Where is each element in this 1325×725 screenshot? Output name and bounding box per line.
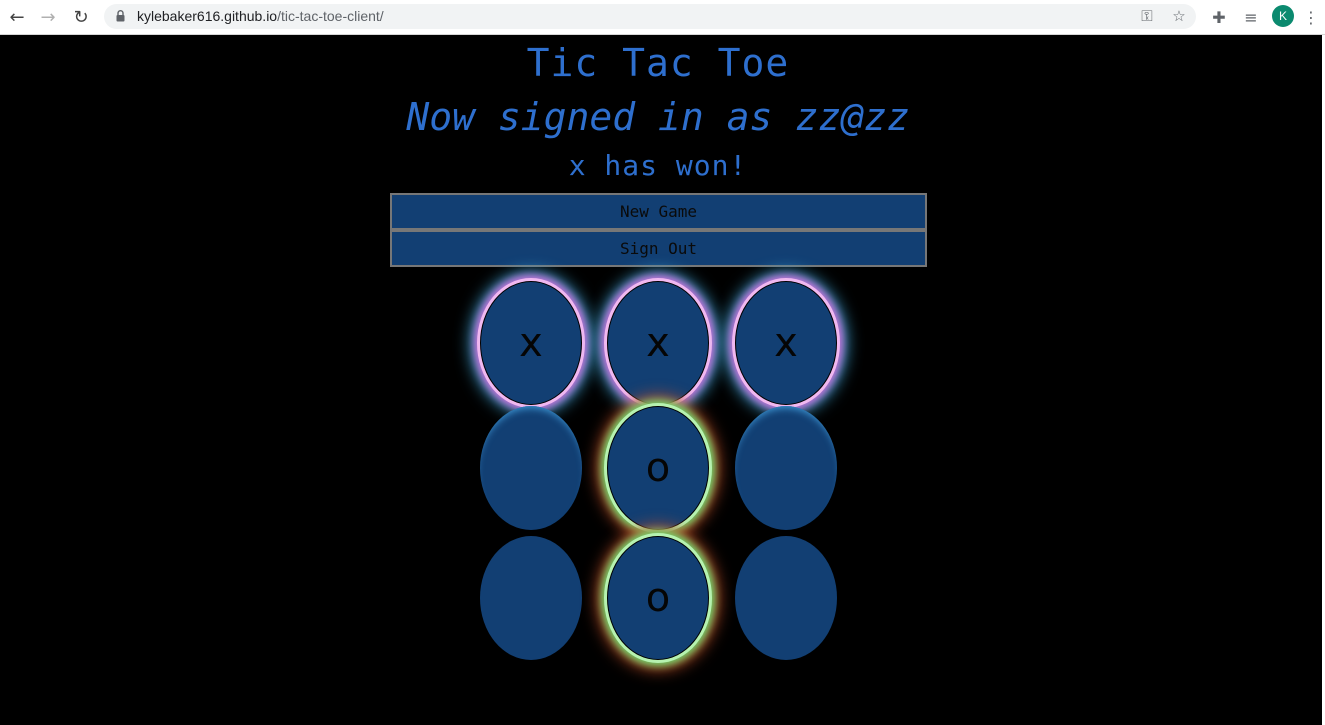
signed-in-message: Now signed in as zz@zz — [406, 95, 910, 139]
forward-icon[interactable]: → — [37, 6, 59, 28]
media-icon[interactable]: ≡ — [1240, 6, 1262, 28]
sign-out-button[interactable]: Sign Out — [390, 230, 927, 267]
new-game-button[interactable]: New Game — [390, 193, 927, 230]
lock-icon — [116, 10, 125, 22]
reload-icon[interactable]: ↻ — [70, 6, 92, 28]
page-title: Tic Tac Toe — [526, 41, 790, 85]
board-cell-8[interactable] — [735, 536, 837, 660]
extensions-icon[interactable]: ✚ — [1208, 6, 1230, 28]
browser-toolbar: ← → ↻ kylebaker616.github.io/tic-tac-toe… — [0, 0, 1325, 35]
board-cell-6[interactable] — [480, 536, 582, 660]
board-cell-3[interactable] — [480, 406, 582, 530]
board-cell-0[interactable]: x — [480, 281, 582, 405]
back-icon[interactable]: ← — [6, 6, 28, 28]
address-bar[interactable]: kylebaker616.github.io/tic-tac-toe-clien… — [104, 4, 1196, 29]
board-cell-4[interactable]: o — [607, 406, 709, 530]
avatar[interactable]: K — [1272, 5, 1294, 27]
game-status: x has won! — [568, 149, 748, 182]
game-page: Tic Tac Toe Now signed in as zz@zz x has… — [0, 35, 1322, 725]
menu-icon[interactable]: ⋮ — [1303, 6, 1319, 28]
board-cell-5[interactable] — [735, 406, 837, 530]
url-text[interactable]: kylebaker616.github.io/tic-tac-toe-clien… — [137, 8, 384, 24]
key-icon[interactable]: ⚿ — [1138, 7, 1156, 25]
url-path: /tic-tac-toe-client/ — [277, 8, 384, 24]
board-cell-2[interactable]: x — [735, 281, 837, 405]
board-cell-1[interactable]: x — [607, 281, 709, 405]
star-icon[interactable]: ☆ — [1170, 7, 1188, 25]
board-cell-7[interactable]: o — [607, 536, 709, 660]
url-host: kylebaker616.github.io — [137, 8, 278, 24]
